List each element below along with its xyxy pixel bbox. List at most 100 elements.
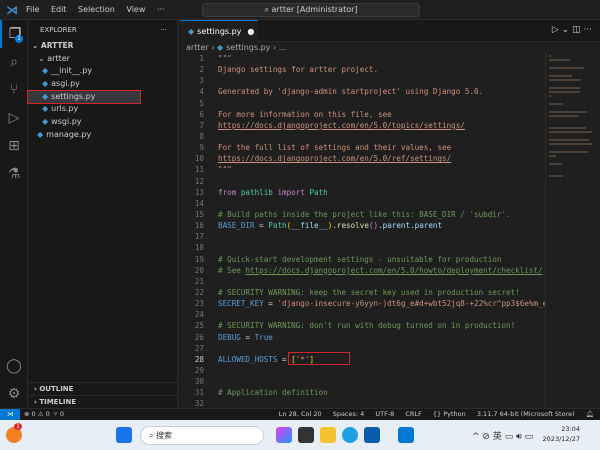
explorer-icon[interactable]: ❐1 <box>0 20 28 48</box>
store-icon[interactable] <box>364 427 380 443</box>
run-debug-icon[interactable]: ▷ <box>0 104 28 132</box>
code-line[interactable]: 3 <box>180 75 545 86</box>
tree-file[interactable]: ◆urls.py <box>28 103 177 116</box>
activity-bar: ❐1 ⌕ ⑂ ▷ ⊞ ⚗ ◯ ⚙ <box>0 20 28 408</box>
gear-icon[interactable]: ⚙ <box>0 380 28 408</box>
breadcrumb-file[interactable]: settings.py <box>226 43 270 52</box>
tree-file[interactable]: ◆wsgi.py <box>28 116 177 129</box>
ports-count[interactable]: ⑂ 0 <box>54 410 64 418</box>
tree-file[interactable]: ◆asgi.py <box>28 78 177 91</box>
start-icon[interactable] <box>116 427 132 443</box>
tree-file[interactable]: ◆manage.py <box>28 129 177 142</box>
code-line[interactable]: 21 <box>180 276 545 287</box>
unsaved-dot-icon[interactable]: ● <box>247 27 254 36</box>
clock[interactable]: 23:042023/12/27 <box>543 424 580 444</box>
timeline-section[interactable]: › TIMELINE <box>28 395 178 408</box>
code-line[interactable]: 17 <box>180 231 545 242</box>
line-number: 7 <box>180 120 204 131</box>
menu-more[interactable]: ··· <box>157 5 165 14</box>
code-line[interactable]: 25# SECURITY WARNING: don't run with deb… <box>180 320 545 331</box>
terminal-icon[interactable] <box>298 427 314 443</box>
code-line[interactable]: 5 <box>180 98 545 109</box>
line-ending[interactable]: CRLF <box>405 410 421 418</box>
vscode-taskbar-icon[interactable] <box>398 427 414 443</box>
edge-icon[interactable] <box>342 427 358 443</box>
command-center-search[interactable]: ⌕ artter [Administrator] <box>202 3 420 17</box>
code-line[interactable]: 26DEBUG = True <box>180 332 545 343</box>
code-line[interactable]: 7https://docs.djangoproject.com/en/5.0/t… <box>180 120 545 131</box>
system-tray[interactable]: ^ ⊘ 英 ▭ 🔊︎ ▭ <box>472 429 533 442</box>
code-line[interactable]: 24 <box>180 309 545 320</box>
code-line[interactable]: 8 <box>180 131 545 142</box>
code-line[interactable]: 12 <box>180 176 545 187</box>
code-token: # Application definition <box>218 388 328 397</box>
file-label: manage.py <box>46 130 91 139</box>
breadcrumb-folder[interactable]: artter <box>186 43 209 52</box>
tree-file[interactable]: ◆__init__.py <box>28 65 177 78</box>
copilot-icon[interactable] <box>276 427 292 443</box>
code-line[interactable]: 13from pathlib import Path <box>180 187 545 198</box>
code-line[interactable]: 6For more information on this file, see <box>180 109 545 120</box>
line-number: 10 <box>180 153 204 164</box>
bell-icon[interactable]: 🔔︎ <box>586 410 594 418</box>
errors-count[interactable]: ⊗ 0 <box>24 410 36 418</box>
code-line[interactable]: 19# Quick-start development settings - u… <box>180 254 545 265</box>
line-number: 14 <box>180 198 204 209</box>
code-line[interactable]: 11""" <box>180 164 545 175</box>
account-icon[interactable]: ◯ <box>0 352 28 380</box>
code-line[interactable]: 23SECRET_KEY = 'django-insecure-y6yyn-)d… <box>180 298 545 309</box>
code-line[interactable]: 29 <box>180 365 545 376</box>
line-number: 25 <box>180 320 204 331</box>
code-line[interactable]: 20# See https://docs.djangoproject.com/e… <box>180 265 545 276</box>
code-line[interactable]: 2Django settings for artter project. <box>180 64 545 75</box>
python-interpreter[interactable]: 3.11.7 64-bit (Microsoft Store) <box>477 410 575 418</box>
windows-taskbar: 1 ⌕ 搜索 ^ ⊘ 英 ▭ 🔊︎ ▭ 23:042023/12/27 <box>0 420 600 450</box>
code-token: Generated by 'django-admin startproject'… <box>218 87 483 96</box>
menu-edit[interactable]: Edit <box>51 5 67 14</box>
menu-file[interactable]: File <box>26 5 39 14</box>
code-line[interactable]: 31# Application definition <box>180 387 545 398</box>
cursor-position[interactable]: Ln 28, Col 20 <box>279 410 322 418</box>
breadcrumb-symbol[interactable]: ... <box>279 43 287 52</box>
menu-selection[interactable]: Selection <box>78 5 115 14</box>
explorer-more-button[interactable]: ··· <box>160 20 167 40</box>
language-mode[interactable]: {} Python <box>433 410 466 418</box>
extensions-icon[interactable]: ⊞ <box>0 132 28 160</box>
code-editor[interactable]: 1"""2Django settings for artter project.… <box>180 53 545 408</box>
code-line[interactable]: 32 <box>180 398 545 408</box>
file-label: urls.py <box>51 104 78 113</box>
outline-section[interactable]: › OUTLINE <box>28 382 178 395</box>
warnings-count[interactable]: ⚠ 0 <box>38 410 50 418</box>
menu-view[interactable]: View <box>126 5 145 14</box>
line-number: 17 <box>180 231 204 242</box>
tab-settings-py[interactable]: ◆settings.py● <box>180 20 258 42</box>
code-line[interactable]: 14 <box>180 198 545 209</box>
code-line[interactable]: 9For the full list of settings and their… <box>180 142 545 153</box>
code-line[interactable]: 30 <box>180 376 545 387</box>
source-control-icon[interactable]: ⑂ <box>0 76 28 104</box>
taskbar-search[interactable]: ⌕ 搜索 <box>140 426 264 445</box>
code-token: import <box>277 188 309 197</box>
tree-folder-artter[interactable]: ⌄ artter <box>28 53 177 66</box>
code-line[interactable]: 28ALLOWED_HOSTS = ['*'] <box>180 354 545 365</box>
code-line[interactable]: 15# Build paths inside the project like … <box>180 209 545 220</box>
search-icon[interactable]: ⌕ <box>0 48 28 76</box>
code-line[interactable]: 1""" <box>180 53 545 64</box>
encoding[interactable]: UTF-8 <box>375 410 394 418</box>
indentation[interactable]: Spaces: 4 <box>333 410 365 418</box>
line-number: 9 <box>180 142 204 153</box>
file-explorer-icon[interactable] <box>320 427 336 443</box>
code-line[interactable]: 27 <box>180 343 545 354</box>
search-placeholder: 搜索 <box>156 431 172 440</box>
code-line[interactable]: 4Generated by 'django-admin startproject… <box>180 86 545 97</box>
ime-indicator[interactable]: 英 <box>493 432 502 442</box>
testing-icon[interactable]: ⚗ <box>0 160 28 188</box>
code-line[interactable]: 16BASE_DIR = Path(__file__).resolve().pa… <box>180 220 545 231</box>
minimap[interactable] <box>545 53 600 408</box>
code-line[interactable]: 18 <box>180 242 545 253</box>
tree-root[interactable]: ⌄ ARTTER <box>28 40 177 53</box>
tree-file-selected[interactable]: ◆settings.py <box>28 91 140 104</box>
code-line[interactable]: 10https://docs.djangoproject.com/en/5.0/… <box>180 153 545 164</box>
run-split-more-icons[interactable]: ▷ ⌄ ◫ ··· <box>552 25 592 35</box>
code-line[interactable]: 22# SECURITY WARNING: keep the secret ke… <box>180 287 545 298</box>
